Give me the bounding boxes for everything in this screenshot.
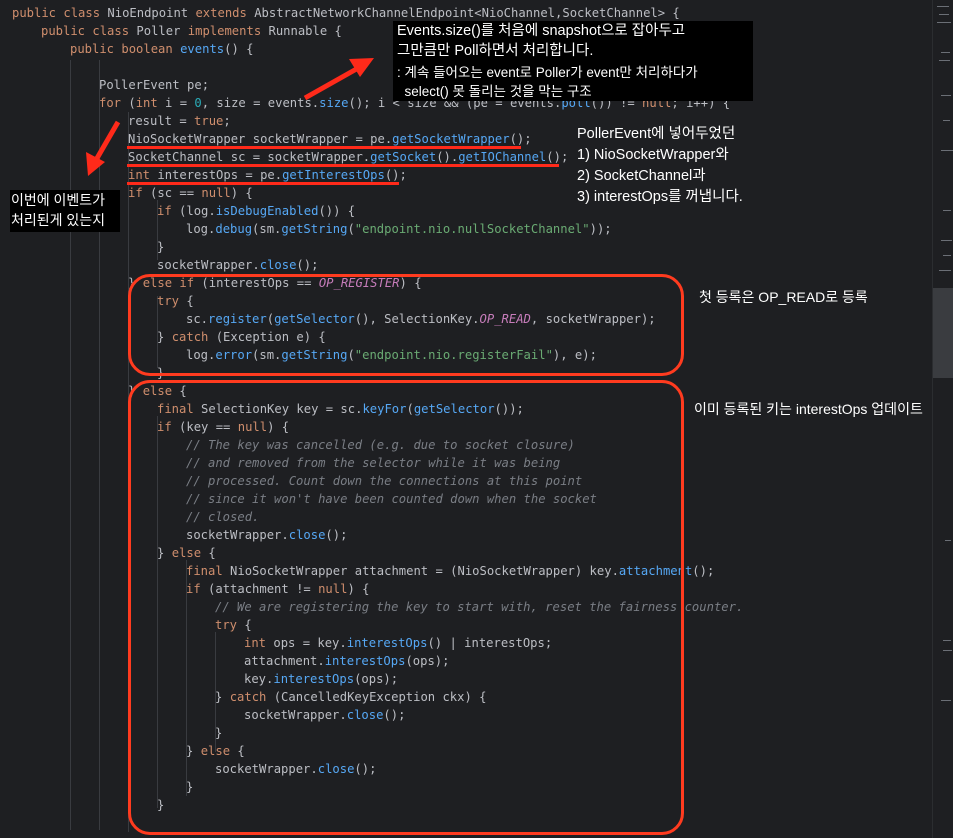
note-left-2: 처리된게 있는지 [11,212,106,228]
note-right-1: PollerEvent에 넣어두었던 [577,126,736,142]
note-top-1: Events.size()를 처음에 snapshot으로 잡아두고 [397,23,686,39]
note-top-3: : 계속 들어오는 event로 Poller가 event만 처리하다가 [397,65,698,80]
minimap-line [941,95,951,96]
minimap-line [945,540,951,541]
note-right-4: 3) interestOps를 꺼냅니다. [577,189,743,205]
note-top-2: 그만큼만 Poll하면서 처리합니다. [397,43,594,59]
note-left-1: 이번에 이벤트가 [11,192,106,208]
note-top-4: select() 못 돌리는 것을 막는 구조 [397,84,592,99]
note-right-3: 2) SocketChannel과 [577,168,706,184]
minimap-viewport[interactable] [933,288,953,378]
note-right-2: 1) NioSocketWrapper와 [577,147,729,163]
arrow-top [303,64,362,101]
note-update: 이미 등록된 키는 interestOps 업데이트 [694,401,923,417]
code-editor[interactable]: public class NioEndpoint extends Abstrac… [0,0,932,838]
minimap-line [941,240,952,241]
minimap-line [943,120,950,121]
minimap-line [939,270,951,271]
minimap[interactable] [932,0,953,838]
note-register: 첫 등록은 OP_READ로 등록 [699,289,868,305]
minimap-line [941,52,950,53]
minimap-line [943,640,951,641]
minimap-line [943,210,951,211]
arrow-left [93,120,121,162]
arrowhead-left [86,152,105,176]
minimap-line [943,650,952,651]
minimap-line [939,14,949,15]
arrowhead-top [349,58,374,77]
minimap-line [941,150,953,151]
minimap-line [939,60,950,61]
minimap-line [943,255,951,256]
minimap-line [937,22,951,23]
minimap-line [941,700,951,701]
minimap-line [937,6,949,7]
